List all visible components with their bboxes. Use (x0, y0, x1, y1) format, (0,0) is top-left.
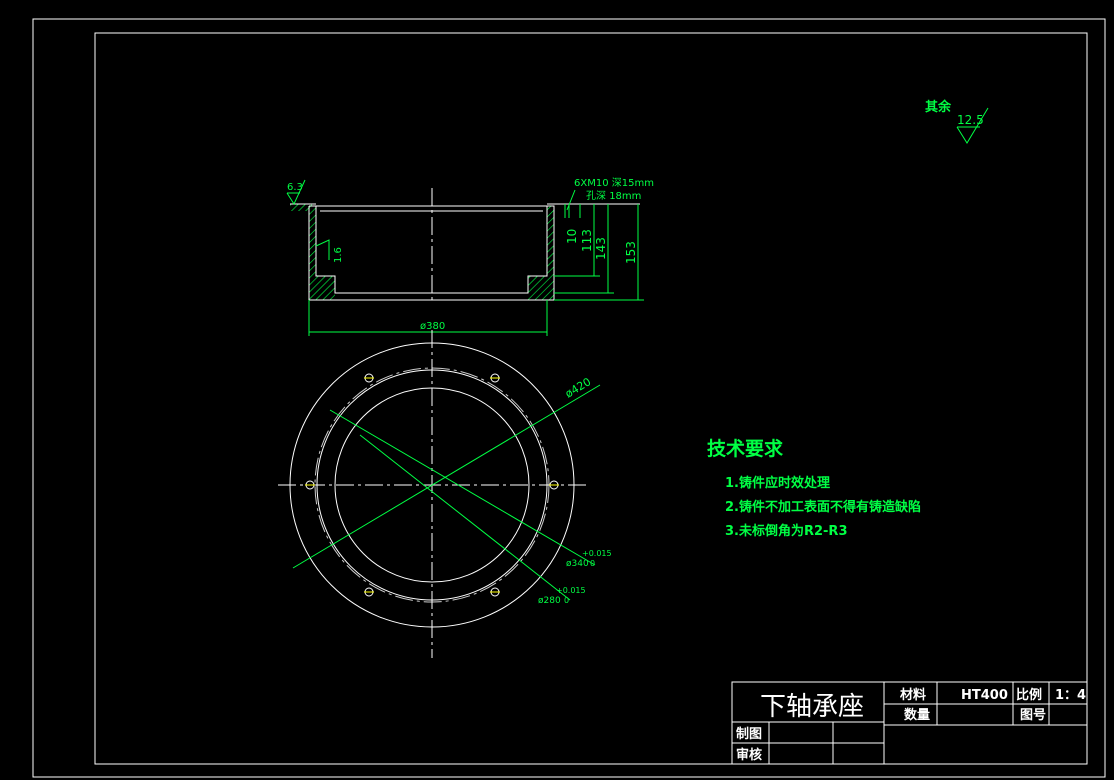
tech-requirements: 技术要求 1.铸件应时效处理 2.铸件不加工表面不得有铸造缺陷 3.未标倒角为R… (707, 437, 921, 539)
dim-280-label: ø280 (538, 596, 561, 606)
drawing-title: 下轴承座 (760, 692, 864, 722)
tech-req-item-3: 3.未标倒角为R2-R3 (725, 523, 848, 539)
dim-width-label: ø380 (420, 321, 445, 332)
section-view: 6.3 1.6 6XM10 深15mm 孔深 18mm 10 113 143 1… (286, 177, 654, 336)
plan-view: ø420 ø340 +0.015 0 ø280 +0.015 0 (278, 330, 612, 658)
dim-10: 10 (565, 229, 579, 244)
tech-req-item-1: 1.铸件应时效处理 (725, 475, 830, 491)
right-wall-hatch (528, 206, 554, 300)
drawn-label: 制图 (736, 726, 762, 742)
dim-143: 143 (594, 237, 608, 260)
dim-280-tol-up: +0.015 (556, 586, 586, 595)
roughness-general-label: 其余 (925, 99, 952, 115)
dim-113: 113 (580, 229, 594, 252)
tech-req-heading: 技术要求 (707, 437, 784, 460)
material-label: 材料 (900, 687, 926, 703)
dim-340-label: ø340 (566, 559, 589, 569)
dim-153: 153 (624, 241, 638, 264)
vertical-dimensions: 10 113 143 153 (554, 204, 644, 301)
dim-280-tol-low: 0 (564, 596, 569, 605)
inner-frame (94, 32, 1088, 765)
roughness-general: 其余 12.5 (925, 99, 989, 144)
scale-label: 比例 (1016, 687, 1042, 703)
quantity-label: 数量 (904, 707, 930, 723)
title-block: 下轴承座 材料 HT400 比例 1：4 数量 图号 制图 审核 (731, 681, 1088, 765)
material-value: HT400 (961, 688, 1008, 703)
scale-value: 1：4 (1055, 688, 1086, 703)
roughness-inner-value: 1.6 (333, 247, 344, 263)
hole-note-line2: 孔深 18mm (586, 190, 641, 202)
leader-280 (359, 434, 571, 601)
tech-req-item-2: 2.铸件不加工表面不得有铸造缺陷 (725, 499, 921, 515)
dim-340-tol-low: 0 (590, 559, 595, 568)
hole-note-line1: 6XM10 深15mm (574, 177, 654, 189)
hole-leader (566, 189, 576, 211)
checked-label: 审核 (736, 747, 762, 763)
roughness-general-value: 12.5 (957, 113, 984, 127)
drawing-no-label: 图号 (1020, 708, 1046, 723)
leader-340 (329, 409, 596, 566)
left-wall-hatch (309, 206, 335, 300)
roughness-top-value: 6.3 (287, 182, 303, 193)
drawing-canvas: 6.3 1.6 6XM10 深15mm 孔深 18mm 10 113 143 1… (32, 18, 1106, 778)
dim-420-label: ø420 (563, 375, 593, 400)
dim-340-tol-up: +0.015 (582, 549, 612, 558)
roughness-inner-symbol (315, 239, 330, 260)
